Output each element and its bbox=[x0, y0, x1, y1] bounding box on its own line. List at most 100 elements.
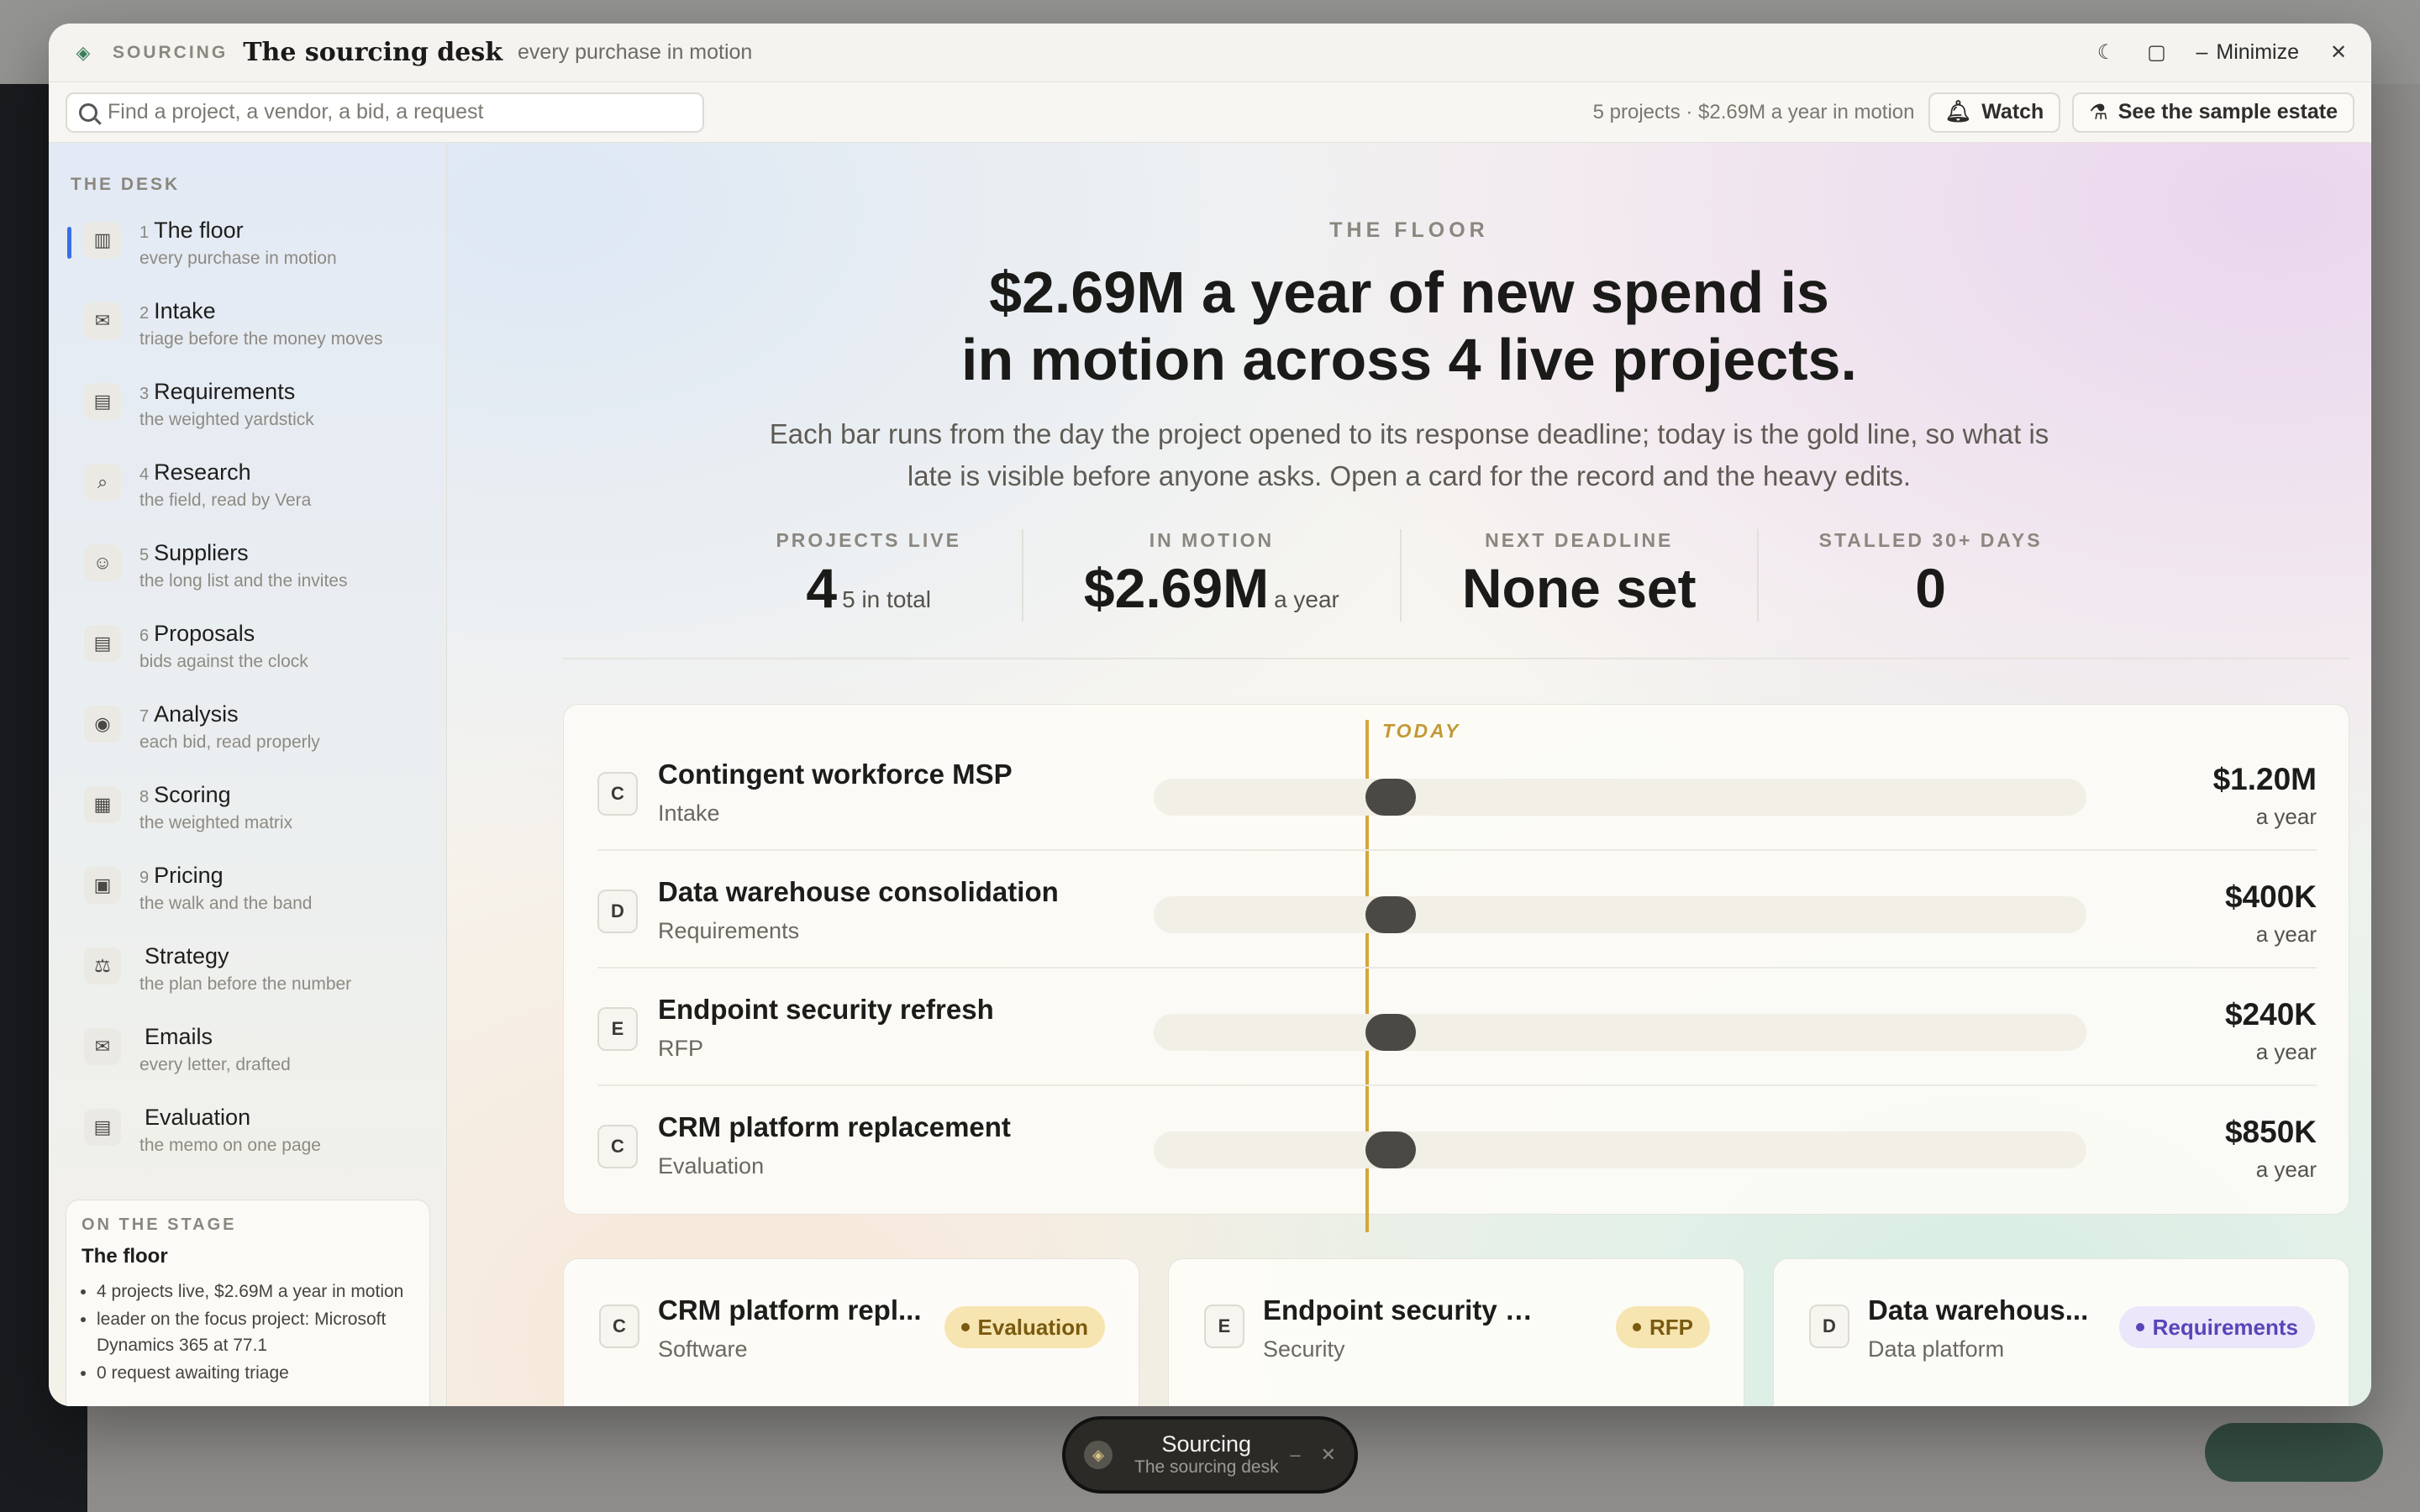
project-badge: D bbox=[597, 890, 638, 933]
sidebar-item-label: The floor bbox=[154, 218, 244, 243]
clipboard-icon: ▤ bbox=[84, 383, 121, 420]
timeline-row[interactable]: D Data warehouse consolidation Requireme… bbox=[597, 851, 2317, 969]
timeline-bar[interactable] bbox=[1365, 1014, 1416, 1051]
sidebar-item-number: 6 bbox=[139, 627, 150, 645]
timeline-row[interactable]: C CRM platform replacement Evaluation $8… bbox=[597, 1086, 2317, 1204]
project-name: Contingent workforce MSP bbox=[658, 759, 1013, 790]
stat-value: 0 bbox=[1915, 557, 1946, 619]
project-badge: D bbox=[1809, 1305, 1849, 1348]
sidebar-item-requirements[interactable]: ▤ 3 Requirements the weighted yardstick bbox=[49, 376, 446, 457]
project-name: Data warehous... bbox=[1868, 1294, 2089, 1326]
search-box[interactable] bbox=[66, 92, 704, 133]
sidebar-item-strategy[interactable]: ⚖ Strategy the plan before the number bbox=[49, 941, 446, 1021]
sidebar-item-number: 3 bbox=[139, 385, 150, 403]
sidebar-item-scoring[interactable]: ▦ 8 Scoring the weighted matrix bbox=[49, 780, 446, 860]
sidebar-item-label: Research bbox=[154, 459, 251, 485]
sidebar-item-sub: the field, read by Vera bbox=[139, 491, 312, 510]
maximize-icon[interactable]: ▢ bbox=[2145, 41, 2167, 64]
project-amount: $400K bbox=[2224, 879, 2317, 914]
users-icon: ☺ bbox=[84, 544, 121, 581]
dock-title: Sourcing bbox=[1161, 1431, 1252, 1457]
stage-title: The floor bbox=[82, 1245, 168, 1268]
status-label: RFP bbox=[1649, 1314, 1693, 1340]
timeline-track bbox=[1154, 779, 2086, 816]
sidebar-item-label: Emails bbox=[145, 1024, 213, 1049]
sidebar-item-analysis[interactable]: ◉ 7 Analysis each bid, read properly bbox=[49, 699, 446, 780]
dock-close-icon[interactable]: ✕ bbox=[1321, 1444, 1336, 1466]
timeline-bar[interactable] bbox=[1365, 896, 1416, 933]
project-card[interactable]: E Endpoint security refresh Security RFP bbox=[1168, 1258, 1744, 1406]
stat-next-deadline: NEXT DEADLINE None set bbox=[1399, 529, 1757, 622]
stage-bullet: 0 request awaiting triage bbox=[97, 1360, 414, 1386]
project-name: CRM platform repl... bbox=[658, 1294, 922, 1326]
sidebar-item-label: Intake bbox=[154, 298, 216, 323]
status-label: Evaluation bbox=[977, 1314, 1088, 1340]
stat-in-motion: IN MOTION $2.69M a year bbox=[1021, 529, 1400, 622]
timeline-track bbox=[1154, 896, 2086, 933]
sidebar-item-sub: the weighted matrix bbox=[139, 813, 293, 832]
sidebar-item-emails[interactable]: ✉ Emails every letter, drafted bbox=[49, 1021, 446, 1102]
cube-icon: ◈ bbox=[76, 41, 91, 63]
stat-label: PROJECTS LIVE bbox=[776, 529, 961, 551]
sidebar-item-suppliers[interactable]: ☺ 5 Suppliers the long list and the invit… bbox=[49, 538, 446, 618]
sidebar-item-label: Analysis bbox=[154, 701, 239, 727]
minimize-button[interactable]: – Minimize bbox=[2196, 40, 2299, 65]
dock-subtitle: The sourcing desk bbox=[1134, 1457, 1279, 1477]
sidebar-item-research[interactable]: ⌕ 4 Research the field, read by Vera bbox=[49, 457, 446, 538]
sample-estate-button[interactable]: ⚗ See the sample estate bbox=[2072, 92, 2354, 133]
project-amount: $1.20M bbox=[2212, 762, 2317, 796]
stat-unit: 5 in total bbox=[842, 586, 931, 612]
stat-value: $2.69M bbox=[1083, 557, 1270, 619]
inbox-icon: ✉ bbox=[84, 302, 121, 339]
headline-line-2: in motion across 4 live projects. bbox=[961, 327, 1857, 392]
stage-kicker: ON THE STAGE bbox=[82, 1215, 237, 1234]
project-name: Endpoint security refresh bbox=[658, 994, 994, 1025]
project-card[interactable]: C CRM platform repl... Software Evaluati… bbox=[563, 1258, 1139, 1406]
projects-summary: 5 projects · $2.69M a year in motion bbox=[1592, 100, 1915, 123]
project-amount-period: a year bbox=[2255, 1039, 2317, 1064]
sidebar-item-evaluation[interactable]: ▤ Evaluation the memo on one page bbox=[49, 1102, 446, 1183]
sidebar-item-intake[interactable]: ✉ 2 Intake triage before the money moves bbox=[49, 296, 446, 376]
dock-minimize-icon[interactable]: – bbox=[1290, 1444, 1300, 1466]
minus-icon: – bbox=[2196, 40, 2208, 64]
project-cards: C CRM platform repl... Software Evaluati… bbox=[563, 1258, 2349, 1406]
project-card[interactable]: D Data warehous... Data platform Require… bbox=[1773, 1258, 2349, 1406]
sidebar-item-sub: the memo on one page bbox=[139, 1136, 321, 1155]
sidebar-heading: THE DESK bbox=[71, 175, 181, 194]
sidebar-item-number: 5 bbox=[139, 546, 150, 564]
project-stage: RFP bbox=[658, 1036, 703, 1061]
sidebar-item-sub: the long list and the invites bbox=[139, 571, 348, 591]
minimized-dock[interactable]: ◈ Sourcing The sourcing desk – ✕ bbox=[1062, 1416, 1358, 1494]
project-timeline: TODAY C Contingent workforce MSP Intake … bbox=[563, 704, 2349, 1232]
sidebar-item-proposals[interactable]: ▤ 6 Proposals bids against the clock bbox=[49, 618, 446, 699]
project-badge: E bbox=[597, 1007, 638, 1051]
timeline-row[interactable]: C Contingent workforce MSP Intake $1.20M… bbox=[597, 733, 2317, 851]
sidebar-item-the-floor[interactable]: ▥ 1 The floor every purchase in motion bbox=[49, 215, 446, 296]
sidebar-item-sub: the weighted yardstick bbox=[139, 410, 314, 429]
title-bar: ◈ SOURCING The sourcing desk every purch… bbox=[49, 24, 2371, 82]
project-name: Data warehouse consolidation bbox=[658, 876, 1059, 907]
timeline-bar[interactable] bbox=[1365, 1131, 1416, 1168]
sidebar-item-sub: every purchase in motion bbox=[139, 249, 337, 268]
stage-bullets: 4 projects live, $2.69M a year in motion… bbox=[82, 1278, 414, 1386]
bell-icon: 🔔︎ bbox=[1944, 100, 1972, 123]
project-amount-period: a year bbox=[2255, 921, 2317, 947]
timeline-track bbox=[1154, 1131, 2086, 1168]
close-icon[interactable]: ✕ bbox=[2328, 41, 2349, 64]
sidebar-item-sub: bids against the clock bbox=[139, 652, 308, 671]
timeline-bar[interactable] bbox=[1365, 779, 1416, 816]
magnify-icon: ⌕ bbox=[84, 464, 121, 501]
search-input[interactable] bbox=[108, 100, 679, 124]
eye-icon: ◉ bbox=[84, 706, 121, 743]
project-stage: Intake bbox=[658, 801, 720, 826]
stage-bullet: 4 projects live, $2.69M a year in motion bbox=[97, 1278, 414, 1305]
watch-button[interactable]: 🔔︎ Watch bbox=[1928, 92, 2061, 133]
moon-icon[interactable]: ☾ bbox=[2095, 41, 2117, 64]
timeline-row[interactable]: E Endpoint security refresh RFP $240K a … bbox=[597, 969, 2317, 1086]
sidebar-item-pricing[interactable]: ▣ 9 Pricing the walk and the band bbox=[49, 860, 446, 941]
floor-kicker: THE FLOOR bbox=[1329, 218, 1489, 242]
floor-main: THE FLOOR $2.69M a year of new spend is … bbox=[447, 143, 2371, 1406]
sidebar-item-sub: each bid, read properly bbox=[139, 732, 320, 752]
project-amount: $850K bbox=[2224, 1115, 2317, 1149]
stat-stalled: STALLED 30+ DAYS 0 bbox=[1756, 529, 2103, 622]
